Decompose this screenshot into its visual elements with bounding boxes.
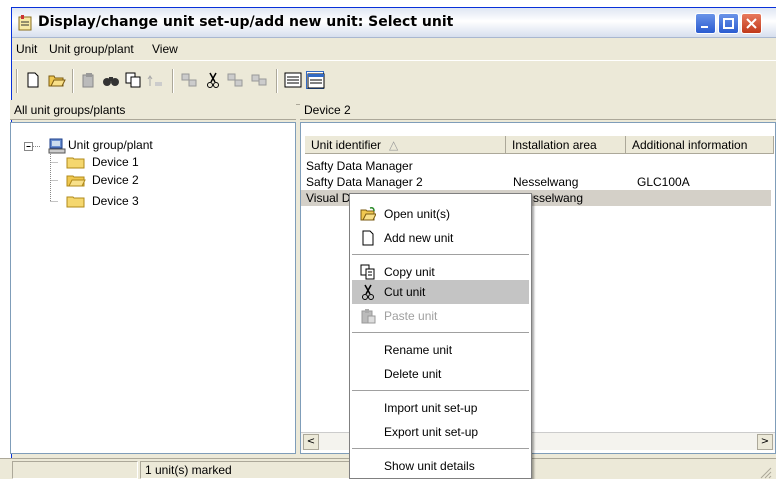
menu-item-label: Open unit(s) xyxy=(384,207,451,221)
table-cell: GLC100A xyxy=(637,175,690,189)
menu-item-label: Export unit set-up xyxy=(384,425,479,439)
column-header-label: Unit identifier xyxy=(311,138,382,152)
column-header-installation-area[interactable]: Installation area xyxy=(506,136,626,154)
menu-separator xyxy=(352,254,529,255)
new-icon[interactable] xyxy=(24,71,42,89)
menu-bar: Unit Unit group/plant View xyxy=(12,39,776,59)
menu-item-label: Copy unit xyxy=(384,265,435,279)
app-icon xyxy=(18,15,32,31)
status-pane-empty xyxy=(12,461,138,479)
cut-icon[interactable] xyxy=(204,71,222,89)
folder-icon xyxy=(66,157,85,169)
status-marked-count: 1 unit(s) marked xyxy=(140,461,350,479)
menu-item-add-new-unit[interactable]: Add new unit xyxy=(352,226,529,250)
open-icon[interactable] xyxy=(48,71,66,89)
open-folder-icon xyxy=(66,175,86,187)
tree-root-label[interactable]: Unit group/plant xyxy=(68,138,153,152)
menu-item-label: Delete unit xyxy=(384,367,442,381)
context-menu: Open unit(s) Add new unit Copy unit Cut … xyxy=(349,193,532,479)
folder-icon xyxy=(66,196,85,208)
menu-item-label: Show unit details xyxy=(384,459,475,473)
menu-item-label: Import unit set-up xyxy=(384,401,478,415)
find-icon[interactable] xyxy=(102,71,120,89)
tree-item-device-3[interactable]: Device 3 xyxy=(92,194,139,208)
window-title: Display/change unit set-up/add new unit:… xyxy=(38,14,454,30)
menu-item-label: Paste unit xyxy=(384,309,438,323)
title-bar[interactable]: Display/change unit set-up/add new unit:… xyxy=(12,8,776,38)
minimize-button[interactable] xyxy=(695,13,716,34)
close-button[interactable] xyxy=(741,13,762,34)
scissors-icon xyxy=(362,284,374,300)
toolbar-grip xyxy=(16,69,18,93)
menu-item-open-units[interactable]: Open unit(s) xyxy=(352,202,529,226)
paste-icon xyxy=(361,309,376,324)
tree-item-device-2[interactable]: Device 2 xyxy=(92,173,139,187)
toolbar-separator xyxy=(72,69,74,93)
export-icon[interactable] xyxy=(250,71,268,89)
menu-unit-group-plant[interactable]: Unit group/plant xyxy=(49,42,134,56)
copy-icon[interactable] xyxy=(124,71,142,89)
menu-item-import-unit-setup[interactable]: Import unit set-up xyxy=(352,396,529,420)
menu-separator xyxy=(352,332,529,333)
menu-item-label: Add new unit xyxy=(384,231,454,245)
import-icon[interactable] xyxy=(180,71,198,89)
table-row[interactable]: Visual D xyxy=(306,191,350,205)
right-panel-header: Device 2 xyxy=(300,100,776,120)
menu-view[interactable]: View xyxy=(152,42,178,56)
toolbar-separator xyxy=(172,69,174,93)
table-cell: Nesselwang xyxy=(513,175,579,189)
menu-unit[interactable]: Unit xyxy=(16,42,37,56)
menu-item-rename-unit[interactable]: Rename unit xyxy=(352,338,529,362)
table-row[interactable]: Safty Data Manager 2 xyxy=(306,175,423,189)
details-view-icon[interactable] xyxy=(306,71,325,89)
menu-item-label: Cut unit xyxy=(384,285,426,299)
scroll-left-button[interactable]: < xyxy=(303,434,319,450)
left-panel-header: All unit groups/plants xyxy=(10,100,296,120)
menu-item-delete-unit[interactable]: Delete unit xyxy=(352,362,529,386)
list-view-icon[interactable] xyxy=(284,71,302,89)
table-row[interactable]: Safty Data Manager xyxy=(306,159,413,173)
copy-icon xyxy=(360,264,375,280)
table-cell: sselwang xyxy=(533,191,584,205)
tree-item-device-1[interactable]: Device 1 xyxy=(92,155,139,169)
column-header-additional-information[interactable]: Additional information xyxy=(626,136,774,154)
toolbar-separator xyxy=(276,69,278,93)
menu-item-show-unit-details[interactable]: Show unit details xyxy=(352,454,529,478)
open-folder-icon xyxy=(360,207,376,221)
sort-ascending-icon: △ xyxy=(389,138,399,152)
menu-item-export-unit-setup[interactable]: Export unit set-up xyxy=(352,420,529,444)
up-icon[interactable] xyxy=(146,71,164,89)
unit-group-icon xyxy=(48,138,66,154)
column-header-unit-identifier[interactable]: Unit identifier △ xyxy=(305,136,506,154)
new-doc-icon xyxy=(362,230,374,246)
maximize-button[interactable] xyxy=(718,13,739,34)
toolbar xyxy=(12,60,776,105)
menu-separator xyxy=(352,390,529,391)
menu-item-label: Rename unit xyxy=(384,343,453,357)
copy-disabled-icon[interactable] xyxy=(80,71,98,89)
menu-item-paste-unit[interactable]: Paste unit xyxy=(352,304,529,328)
menu-separator xyxy=(352,448,529,449)
paste-icon[interactable] xyxy=(226,71,244,89)
scroll-right-button[interactable]: > xyxy=(757,434,773,450)
menu-item-cut-unit[interactable]: Cut unit xyxy=(352,280,529,304)
resize-grip-icon[interactable] xyxy=(758,465,772,479)
